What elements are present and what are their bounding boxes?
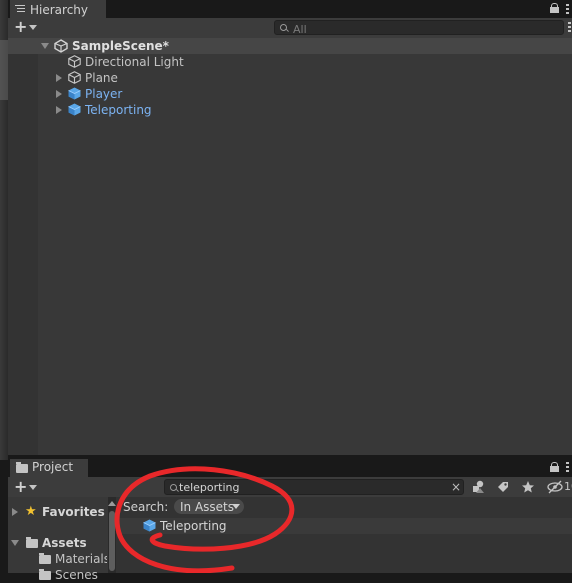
tab-label: Project bbox=[32, 460, 74, 474]
search-value: teleporting bbox=[179, 481, 240, 494]
assets-row[interactable]: Assets bbox=[8, 535, 108, 551]
scene-view-edge bbox=[0, 0, 8, 460]
tab-label: Hierarchy bbox=[30, 3, 89, 17]
chevron-down-icon bbox=[232, 504, 240, 509]
gameobject-cube-icon bbox=[68, 55, 81, 68]
prefab-cube-icon bbox=[68, 103, 81, 116]
search-placeholder: All bbox=[293, 23, 307, 36]
lock-icon[interactable] bbox=[550, 462, 559, 472]
scroll-up-icon[interactable] bbox=[108, 501, 116, 506]
hierarchy-item-label: Plane bbox=[85, 71, 118, 85]
scroll-thumb[interactable] bbox=[109, 511, 115, 571]
search-by-label-icon[interactable] bbox=[494, 479, 514, 495]
folder-icon bbox=[39, 553, 51, 564]
hierarchy-item[interactable]: Directional Light bbox=[8, 54, 572, 70]
project-folder-tree: ★ Favorites Assets Materials Scenes bbox=[8, 497, 108, 582]
search-scope-label: Search: bbox=[123, 500, 169, 514]
hierarchy-item[interactable]: Plane bbox=[8, 70, 572, 86]
create-plus-icon[interactable]: + bbox=[14, 479, 27, 495]
expand-arrow-icon[interactable] bbox=[56, 106, 62, 114]
chevron-down-icon[interactable] bbox=[29, 25, 37, 30]
folder-open-icon bbox=[26, 537, 38, 548]
star-icon: ★ bbox=[25, 504, 37, 519]
hierarchy-panel: Hierarchy + All SampleScene* Directional… bbox=[8, 0, 572, 455]
folder-item[interactable]: Materials bbox=[8, 551, 108, 567]
search-icon bbox=[170, 484, 177, 491]
expand-arrow-icon[interactable] bbox=[56, 74, 62, 82]
clear-search-icon[interactable]: × bbox=[451, 480, 461, 494]
project-search-input[interactable]: teleporting × bbox=[164, 479, 464, 495]
expand-arrow-icon[interactable] bbox=[12, 508, 18, 516]
favorites-row[interactable]: ★ Favorites bbox=[8, 504, 108, 520]
hierarchy-item-label: Player bbox=[85, 87, 123, 101]
project-toolbar: + teleporting × 10 bbox=[8, 477, 572, 498]
expand-arrow-icon[interactable] bbox=[11, 540, 19, 546]
hierarchy-item-label: Teleporting bbox=[85, 103, 152, 117]
result-label: Teleporting bbox=[160, 519, 227, 533]
search-by-type-icon[interactable] bbox=[470, 479, 490, 495]
search-icon bbox=[280, 24, 287, 31]
hierarchy-item[interactable]: Teleporting bbox=[8, 102, 572, 118]
hidden-packages-icon[interactable]: 10 bbox=[546, 479, 572, 495]
search-result-row[interactable]: Teleporting bbox=[116, 518, 572, 534]
create-plus-icon[interactable]: + bbox=[14, 19, 27, 35]
unity-scene-icon bbox=[54, 39, 68, 53]
search-scope-dropdown[interactable]: In Assets bbox=[174, 499, 244, 514]
folder-item[interactable]: Scenes bbox=[8, 567, 108, 583]
panel-scrollbar[interactable] bbox=[108, 497, 116, 573]
kebab-menu-icon[interactable] bbox=[566, 4, 569, 16]
favorites-label: Favorites bbox=[42, 505, 105, 519]
hidden-count: 10 bbox=[564, 480, 572, 493]
folder-label: Materials bbox=[55, 552, 107, 566]
project-panel: Project + teleporting × 10 ★ Favori bbox=[8, 457, 572, 582]
hierarchy-item-label: Directional Light bbox=[85, 55, 184, 69]
hierarchy-search-input[interactable]: All bbox=[274, 20, 564, 36]
hierarchy-tab-bar: Hierarchy bbox=[8, 0, 572, 18]
scene-row[interactable]: SampleScene* bbox=[8, 38, 572, 54]
hierarchy-toolbar: + All bbox=[8, 18, 572, 39]
assets-label: Assets bbox=[42, 536, 87, 550]
prefab-cube-icon bbox=[143, 519, 156, 532]
chevron-down-icon[interactable] bbox=[29, 485, 37, 490]
kebab-menu-icon[interactable] bbox=[566, 462, 569, 474]
scene-name: SampleScene* bbox=[72, 39, 169, 53]
tab-project[interactable]: Project bbox=[10, 459, 88, 477]
lock-icon[interactable] bbox=[550, 3, 559, 13]
gameobject-cube-icon bbox=[68, 71, 81, 84]
folder-icon bbox=[16, 462, 28, 473]
search-scope-value: In Assets bbox=[180, 500, 235, 514]
list-icon bbox=[15, 5, 25, 14]
hierarchy-item[interactable]: Player bbox=[8, 86, 572, 102]
toolbar-overflow-icon[interactable] bbox=[568, 22, 571, 34]
tab-hierarchy[interactable]: Hierarchy bbox=[10, 0, 106, 18]
prefab-cube-icon bbox=[68, 87, 81, 100]
folder-icon bbox=[39, 569, 51, 580]
project-tab-bar: Project bbox=[8, 457, 572, 477]
folder-label: Scenes bbox=[55, 568, 98, 582]
project-results-area: Search: In Assets Teleporting bbox=[116, 497, 572, 573]
favorite-star-icon[interactable] bbox=[520, 479, 540, 495]
expand-arrow-icon[interactable] bbox=[56, 90, 62, 98]
expand-arrow-icon[interactable] bbox=[41, 43, 49, 49]
